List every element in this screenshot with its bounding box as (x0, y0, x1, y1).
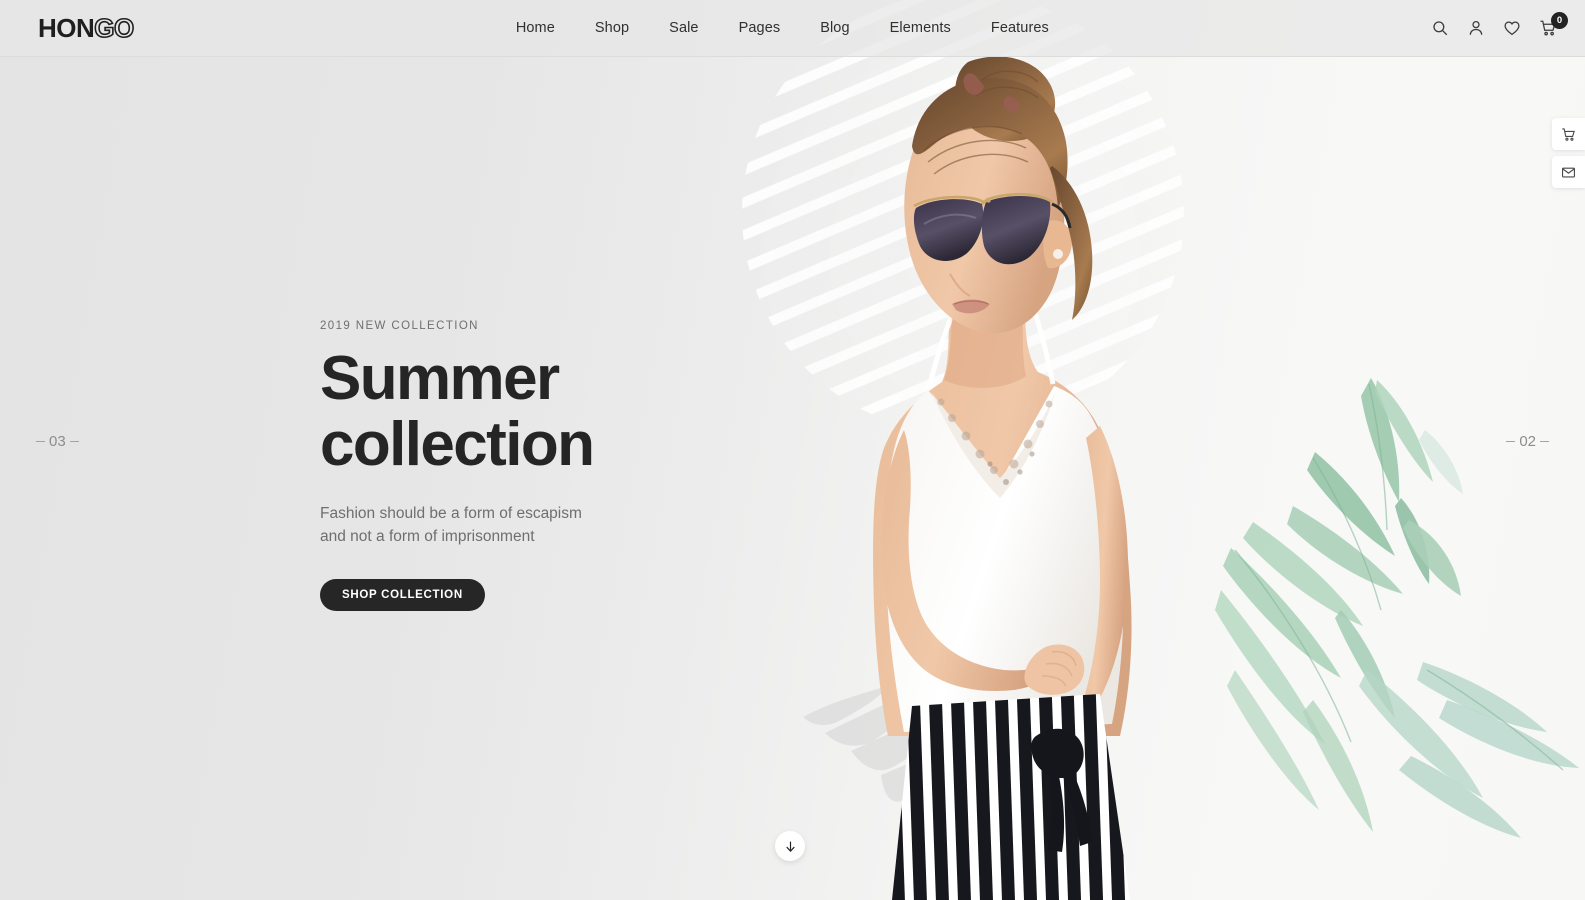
shop-collection-button[interactable]: SHOP COLLECTION (320, 579, 485, 612)
slider-prev-number: 03 (49, 433, 66, 450)
nav-item-home[interactable]: Home (516, 20, 555, 36)
hero-content: 2019 NEW COLLECTION Summer collection Fa… (320, 320, 940, 612)
subcopy-line-2: and not a form of imprisonment (320, 528, 535, 546)
logo-outline-text: GO (93, 13, 135, 43)
header-icon-group: 0 (1431, 12, 1568, 37)
side-mail-button[interactable] (1552, 156, 1585, 188)
site-logo[interactable]: HONGO (38, 13, 135, 43)
search-icon[interactable] (1431, 19, 1449, 37)
hero-subcopy: Fashion should be a form of escapism and… (320, 503, 590, 549)
side-cart-button[interactable] (1552, 118, 1585, 150)
logo-solid-text: HON (38, 13, 95, 43)
cart-icon[interactable]: 0 (1539, 12, 1568, 37)
nav-item-pages[interactable]: Pages (739, 20, 781, 36)
slider-prev-dash-left (36, 441, 45, 442)
slider-prev-indicator[interactable]: 03 (36, 433, 79, 450)
heart-icon[interactable] (1503, 19, 1521, 37)
nav-item-features[interactable]: Features (991, 20, 1049, 36)
cart-count-badge: 0 (1551, 12, 1568, 29)
nav-item-shop[interactable]: Shop (595, 20, 629, 36)
slider-next-number: 02 (1519, 433, 1536, 450)
nav-item-elements[interactable]: Elements (890, 20, 951, 36)
hero-eyebrow: 2019 NEW COLLECTION (320, 320, 479, 332)
arrow-down-icon (784, 840, 797, 853)
cart-icon (1561, 127, 1576, 142)
site-header: HONGO Home Shop Sale Pages Blog Elements… (0, 0, 1585, 57)
subcopy-line-1: Fashion should be a form of escapism (320, 505, 582, 523)
nav-item-sale[interactable]: Sale (669, 20, 698, 36)
slider-next-indicator[interactable]: 02 (1506, 433, 1549, 450)
headline-line-1: Summer (320, 344, 560, 413)
envelope-icon (1561, 165, 1576, 180)
main-navigation: Home Shop Sale Pages Blog Elements Featu… (516, 20, 1049, 36)
headline-line-2: collection (320, 409, 595, 479)
scroll-down-button[interactable] (775, 831, 805, 861)
page-root: HONGO Home Shop Sale Pages Blog Elements… (0, 0, 1585, 900)
slider-next-dash-left (1506, 441, 1516, 442)
slider-next-dash-right (1540, 441, 1549, 442)
page-title: Summer collection (320, 346, 940, 477)
nav-item-blog[interactable]: Blog (820, 20, 849, 36)
slider-prev-dash-right (69, 441, 79, 442)
side-tool-group (1552, 118, 1585, 188)
user-icon[interactable] (1467, 19, 1485, 37)
